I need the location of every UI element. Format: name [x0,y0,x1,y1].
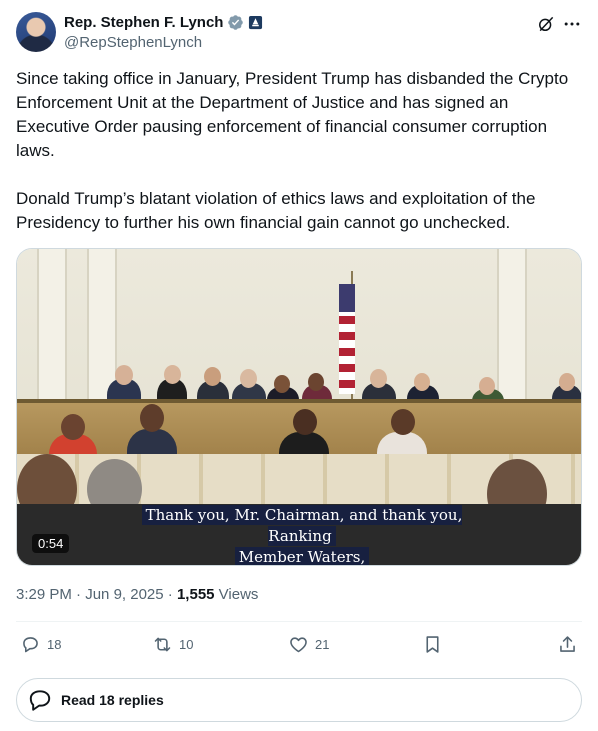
repost-button[interactable]: 10 [152,634,193,655]
reply-button[interactable]: 18 [20,634,61,655]
video-duration: 0:54 [32,534,70,553]
flag-canton [339,284,355,312]
head [115,365,133,385]
share-button[interactable] [557,634,578,655]
head [164,365,181,384]
views-count: 1,555 [176,586,215,603]
tweet-meta: 3:29 PM · Jun 9, 2025 · 1,555 Views [16,586,258,603]
head [274,375,290,393]
grok-icon[interactable] [536,14,556,34]
tweet-header: Rep. Stephen F. Lynch @RepStephenLynch [16,12,582,56]
read-replies-button[interactable]: Read 18 replies [16,678,582,722]
read-replies-label: Read 18 replies [61,692,164,708]
action-bar: 18 10 21 [16,634,582,658]
head [414,373,430,391]
verified-badge-icon [228,15,244,30]
wall-panel [497,249,527,399]
like-button[interactable]: 21 [288,634,329,655]
reply-bubble-icon [29,690,51,711]
divider [16,621,582,622]
head [559,373,575,391]
repost-count: 10 [179,637,194,652]
repost-icon [154,637,171,652]
views-label: Views [214,586,259,603]
bookmark-icon [426,636,439,653]
video-player[interactable]: Thank you, Mr. Chairman, and thank you, … [16,248,582,566]
reply-count: 18 [47,637,62,652]
head [240,369,257,388]
meta-separator: · [71,586,86,603]
tweet-text: Since taking office in January, Presiden… [16,69,569,232]
government-badge-icon [249,15,263,30]
meta-separator: · [163,586,177,603]
head [370,369,387,388]
display-name[interactable]: Rep. Stephen F. Lynch [64,14,223,31]
head [204,367,221,386]
wall-panel [37,249,67,399]
avatar[interactable] [16,12,56,52]
heart-icon [290,637,307,653]
reply-icon [23,637,38,653]
caption-line-2: Member Waters, [234,547,370,565]
tweet-date[interactable]: Jun 9, 2025 [85,586,163,603]
caption-line-1: Thank you, Mr. Chairman, and thank you, … [141,505,463,546]
share-icon [560,636,575,652]
head [293,409,317,435]
head [61,414,85,440]
head [308,373,324,391]
head [140,404,164,432]
more-options-icon[interactable] [562,14,582,34]
video-caption: Thank you, Mr. Chairman, and thank you, … [107,505,497,565]
bookmark-button[interactable] [422,634,443,655]
head [391,409,415,435]
name-row: Rep. Stephen F. Lynch [64,14,263,31]
tweet-time[interactable]: 3:29 PM [16,586,72,603]
like-count: 21 [315,637,330,652]
user-handle[interactable]: @RepStephenLynch [64,34,202,51]
wall-panel [87,249,117,399]
head [479,377,495,395]
